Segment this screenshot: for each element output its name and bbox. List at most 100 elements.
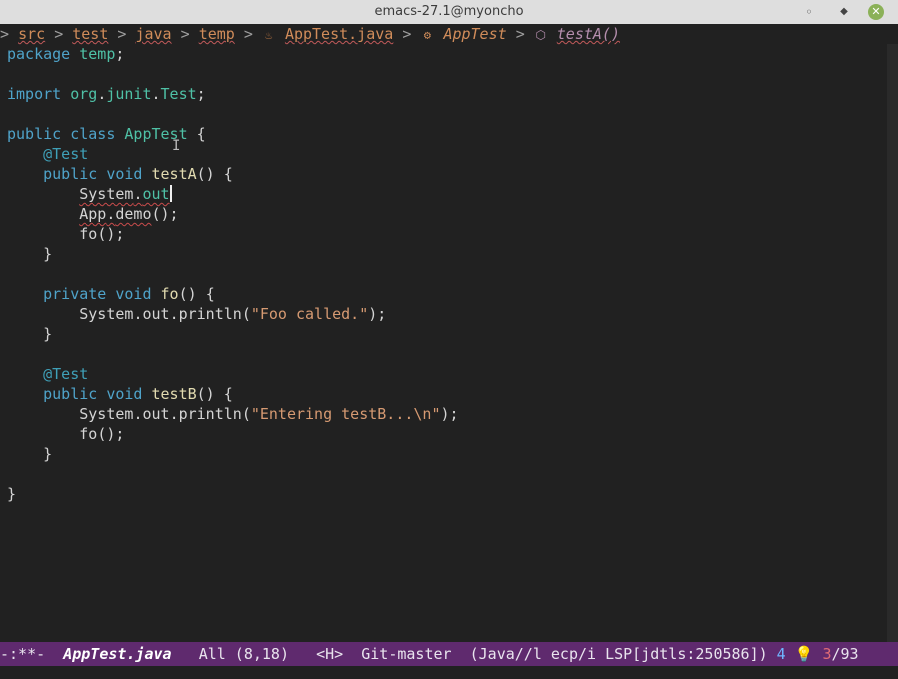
breadcrumb-separator: > [0, 25, 10, 43]
major-minor-modes[interactable]: (Java//l ecp/i LSP[jdtls:250586]) [470, 645, 768, 663]
keyword: void [106, 385, 143, 403]
identifier: fo [79, 425, 98, 443]
maximize-button[interactable]: ◆ [835, 3, 853, 21]
punct: (); [151, 205, 179, 223]
mouse-ibeam-icon: Ι [172, 138, 181, 154]
code-line[interactable]: private void fo() { [7, 284, 215, 304]
identifier: out [142, 185, 170, 203]
window-title: emacs-27.1@myoncho [374, 4, 524, 19]
punct: ( [241, 405, 251, 423]
breadcrumb-separator: > [180, 25, 190, 43]
identifier: out [142, 305, 170, 323]
code-line[interactable]: System.out.println("Foo called."); [7, 304, 386, 324]
identifier: App [79, 205, 107, 223]
punct: (); [97, 225, 125, 243]
code-line[interactable]: App.demo(); [7, 204, 179, 224]
breadcrumb-method[interactable]: testA() [557, 25, 620, 43]
punct: { [196, 125, 206, 143]
action-count: 4 [776, 645, 786, 663]
identifier: System [79, 405, 134, 423]
annotation: @Test [43, 365, 89, 383]
identifier: demo [115, 205, 152, 223]
method-icon: ⬡ [535, 28, 546, 42]
minimize-button[interactable]: ◦ [800, 3, 818, 21]
code-line[interactable]: System.out [7, 184, 172, 204]
punct: } [43, 325, 53, 343]
punct: { [205, 285, 215, 303]
code-editor[interactable]: package temp; import org.junit.Test; pub… [0, 44, 886, 642]
code-line[interactable]: public void testB() { [7, 384, 233, 404]
java-file-icon: ♨ [265, 28, 273, 42]
keyword: void [106, 165, 143, 183]
identifier: println [178, 305, 242, 323]
vcs-branch[interactable]: Git-master [361, 645, 451, 663]
punct: (); [97, 425, 125, 443]
code-line[interactable]: fo(); [7, 224, 124, 244]
punct: ; [196, 85, 206, 103]
code-line[interactable]: } [7, 324, 52, 344]
mode-indicator: <H> [316, 645, 344, 663]
string-literal: "Entering testB...\n" [250, 405, 441, 423]
code-line[interactable]: @Test [7, 144, 88, 164]
punct: . [151, 85, 161, 103]
code-line[interactable]: import org.junit.Test; [7, 84, 206, 104]
breadcrumb-item-src[interactable]: src [18, 25, 45, 43]
punct: } [7, 485, 17, 503]
punct: . [169, 405, 179, 423]
code-line[interactable]: @Test [7, 364, 88, 384]
close-button[interactable]: ✕ [868, 4, 884, 20]
title-bar: emacs-27.1@myoncho ◦ ◆ ✕ [0, 0, 898, 25]
identifier: println [178, 405, 242, 423]
identifier: System [79, 185, 134, 203]
code-line[interactable]: } [7, 244, 52, 264]
package-name: temp [79, 45, 116, 63]
breadcrumb-item-java[interactable]: java [135, 25, 171, 43]
cursor-position: All (8,18) [198, 645, 289, 663]
lightbulb-icon[interactable]: 💡 [795, 645, 814, 663]
punct: . [169, 305, 179, 323]
identifier: fo [79, 225, 98, 243]
punct: . [97, 85, 107, 103]
annotation: @Test [43, 145, 89, 163]
text-cursor [169, 185, 172, 202]
lsp-breadcrumb: > src > test > java > temp > ♨ AppTest.j… [0, 24, 898, 44]
code-line[interactable]: System.out.println("Entering testB...\n"… [7, 404, 459, 424]
punct: { [223, 385, 233, 403]
code-line[interactable]: fo(); [7, 424, 124, 444]
breadcrumb-file[interactable]: AppTest.java [285, 25, 393, 43]
breadcrumb-item-temp[interactable]: temp [199, 25, 235, 43]
breadcrumb-separator: > [515, 25, 525, 43]
punct: ( [241, 305, 251, 323]
breadcrumb-class[interactable]: AppTest [443, 25, 506, 43]
identifier: out [142, 405, 170, 423]
buffer-state: -:**- [0, 645, 46, 663]
string-literal: "Foo called." [250, 305, 369, 323]
buffer-name[interactable]: AppTest.java [63, 645, 171, 663]
keyword: void [115, 285, 152, 303]
error-span: System.out [79, 185, 169, 203]
error-span: App.demo [79, 205, 151, 223]
keyword: private [43, 285, 107, 303]
breadcrumb-separator: > [402, 25, 412, 43]
punct: { [223, 165, 233, 183]
keyword: public [43, 385, 98, 403]
punct: ; [115, 45, 125, 63]
keyword: import [7, 85, 62, 103]
keyword: public [43, 165, 98, 183]
breadcrumb-item-test[interactable]: test [72, 25, 108, 43]
breadcrumb-separator: > [54, 25, 64, 43]
import-path: junit [106, 85, 152, 103]
breadcrumb-separator: > [117, 25, 127, 43]
punct: ); [440, 405, 459, 423]
code-line[interactable]: } [7, 444, 52, 464]
echo-area [0, 666, 898, 679]
keyword: public [7, 125, 62, 143]
vertical-scrollbar[interactable] [887, 44, 898, 642]
punct: } [43, 245, 53, 263]
punct: () [178, 285, 197, 303]
code-line[interactable]: package temp; [7, 44, 124, 64]
code-line[interactable]: public void testA() { [7, 164, 233, 184]
import-path: org [70, 85, 98, 103]
code-line[interactable]: } [7, 484, 16, 504]
punct: () [196, 165, 215, 183]
